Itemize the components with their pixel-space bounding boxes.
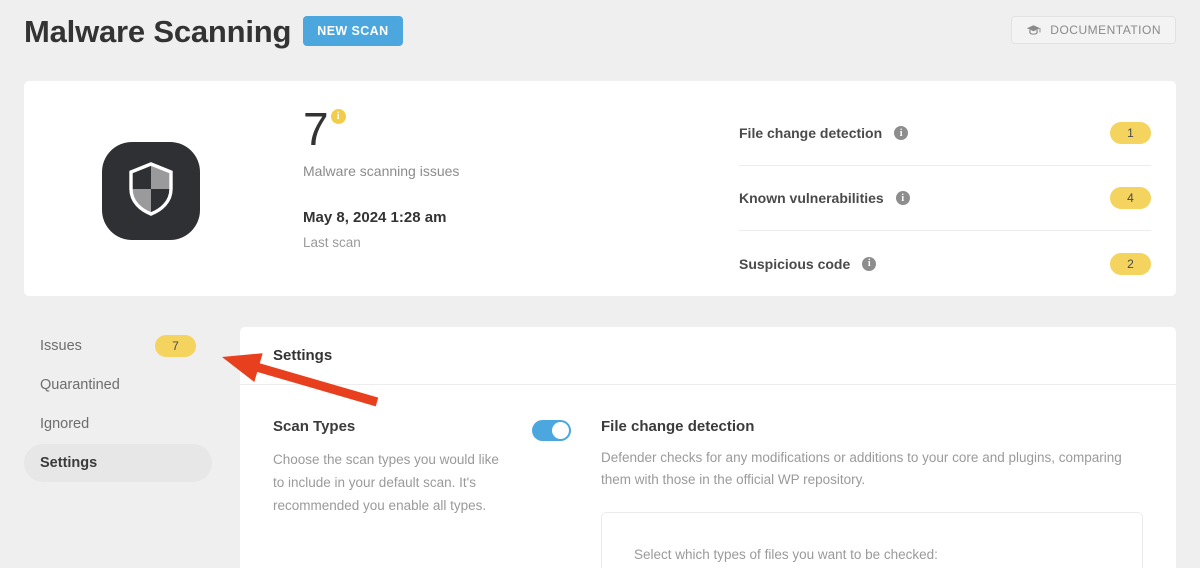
last-scan-date: May 8, 2024 1:28 am bbox=[303, 209, 447, 226]
issue-count-label: Malware scanning issues bbox=[303, 163, 460, 179]
issue-count-info-icon[interactable]: i bbox=[330, 109, 346, 124]
settings-panel-header: Settings bbox=[240, 327, 1176, 385]
page-header: Malware Scanning NEW SCAN DOCUMENTATION bbox=[0, 0, 1200, 62]
info-icon[interactable]: i bbox=[862, 256, 877, 271]
info-icon[interactable]: i bbox=[895, 191, 910, 205]
file-change-detection-title: File change detection bbox=[601, 418, 755, 435]
file-change-detection-description: Defender checks for any modifications or… bbox=[601, 450, 1122, 488]
sidebar-item-quarantined[interactable]: Quarantined bbox=[24, 366, 212, 404]
sidebar-item-settings[interactable]: Settings bbox=[24, 444, 212, 482]
sidebar-nav: Issues 7 Quarantined Ignored Settings bbox=[24, 327, 212, 483]
panel-title: Settings bbox=[273, 347, 333, 364]
metrics-list: File change detection i 1 Known vulnerab… bbox=[739, 101, 1151, 296]
file-types-box: Select which types of files you want to … bbox=[601, 511, 1143, 568]
page-title: Malware Scanning bbox=[24, 13, 292, 49]
toggle-knob bbox=[552, 422, 569, 439]
sidebar-item-label: Settings bbox=[40, 455, 98, 471]
metric-name: Known vulnerabilities bbox=[739, 190, 884, 206]
file-change-detection-toggle[interactable] bbox=[532, 420, 571, 441]
settings-panel: Settings Scan Types Choose the scan type… bbox=[240, 327, 1176, 568]
file-change-detection-body: File change detection Defender checks fo… bbox=[601, 418, 1143, 568]
scan-types-title: Scan Types bbox=[273, 418, 356, 435]
sidebar-item-label: Ignored bbox=[40, 416, 90, 432]
new-scan-button[interactable]: NEW SCAN bbox=[303, 15, 403, 47]
metric-row: File change detection i 1 bbox=[739, 101, 1151, 166]
metric-row: Known vulnerabilities i 4 bbox=[739, 166, 1151, 231]
file-types-prompt: Select which types of files you want to … bbox=[634, 546, 938, 562]
documentation-button[interactable]: DOCUMENTATION bbox=[1011, 16, 1176, 44]
metric-row: Suspicious code i 2 bbox=[739, 231, 1151, 296]
page-root: Malware Scanning NEW SCAN DOCUMENTATION bbox=[0, 0, 1200, 568]
documentation-label: DOCUMENTATION bbox=[1050, 23, 1161, 37]
metric-count-badge: 2 bbox=[1110, 252, 1151, 275]
last-scan-label: Last scan bbox=[303, 235, 361, 250]
scan-stats: 7 i Malware scanning issues May 8, 2024 … bbox=[303, 106, 459, 250]
file-change-detection-column: File change detection Defender checks fo… bbox=[503, 418, 1143, 568]
scan-summary-card: 7 i Malware scanning issues May 8, 2024 … bbox=[24, 81, 1176, 296]
metric-count-badge: 4 bbox=[1110, 187, 1151, 209]
info-icon[interactable]: i bbox=[894, 126, 909, 140]
settings-panel-body: Scan Types Choose the scan types you wou… bbox=[240, 385, 1176, 568]
issue-count: 7 bbox=[303, 103, 329, 155]
sidebar-item-label: Quarantined bbox=[40, 377, 120, 393]
metric-name: File change detection bbox=[739, 125, 883, 141]
issue-count-row: 7 i bbox=[303, 106, 459, 152]
shield-icon bbox=[126, 161, 176, 222]
shield-badge bbox=[102, 142, 200, 240]
scan-types-column: Scan Types Choose the scan types you wou… bbox=[273, 418, 503, 568]
sidebar-item-ignored[interactable]: Ignored bbox=[24, 405, 212, 443]
metric-count-badge: 1 bbox=[1110, 122, 1151, 144]
sidebar-item-issues[interactable]: Issues 7 bbox=[24, 327, 212, 365]
scan-types-description: Choose the scan types you would like to … bbox=[273, 452, 499, 514]
graduation-cap-icon bbox=[1026, 24, 1041, 36]
sidebar-item-badge: 7 bbox=[155, 335, 196, 357]
metric-name: Suspicious code bbox=[739, 255, 851, 272]
sidebar-item-label: Issues bbox=[40, 338, 82, 354]
